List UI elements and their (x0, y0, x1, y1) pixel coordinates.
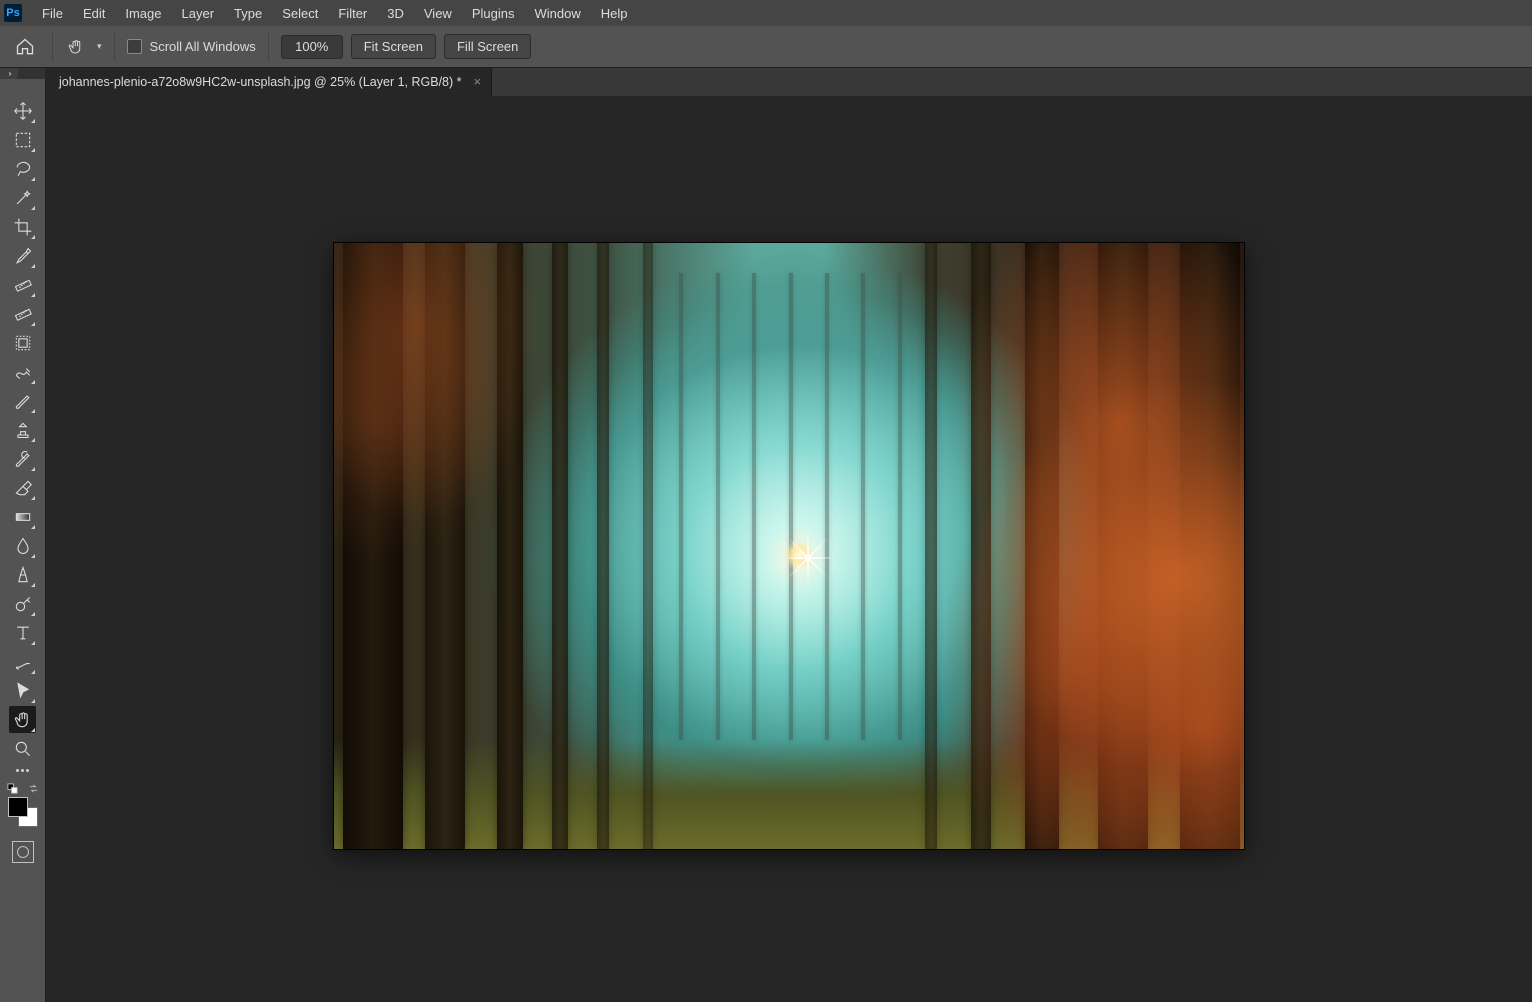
fill-screen-button[interactable]: Fill Screen (444, 34, 531, 59)
history-brush-tool[interactable] (9, 445, 36, 472)
dodge-tool[interactable] (9, 561, 36, 588)
color-swatch[interactable] (8, 797, 38, 827)
hand-tool[interactable] (9, 706, 36, 733)
menu-type[interactable]: Type (224, 0, 272, 26)
rect-marquee-tool[interactable] (9, 126, 36, 153)
magic-wand-tool[interactable] (9, 184, 36, 211)
swap-colors-icon[interactable] (28, 783, 39, 794)
menu-layer[interactable]: Layer (172, 0, 225, 26)
eraser-tool[interactable] (9, 474, 36, 501)
menu-filter[interactable]: Filter (328, 0, 377, 26)
document-tab[interactable]: johannes-plenio-a72o8w9HC2w-unsplash.jpg… (45, 67, 492, 96)
default-colors-icon[interactable] (7, 783, 18, 794)
chevron-down-icon[interactable]: ▾ (97, 41, 102, 52)
menu-window[interactable]: Window (524, 0, 590, 26)
zoom-tool[interactable] (9, 735, 36, 762)
ruler-tool[interactable] (9, 271, 36, 298)
menu-file[interactable]: File (32, 0, 73, 26)
edit-toolbar-button[interactable] (14, 769, 32, 773)
image-foliage-right (825, 243, 1244, 849)
document-canvas[interactable] (334, 243, 1244, 849)
foreground-color-swatch[interactable] (8, 797, 28, 817)
menu-help[interactable]: Help (591, 0, 638, 26)
chevron-right-icon: ›› (8, 69, 9, 78)
document-tab-title: johannes-plenio-a72o8w9HC2w-unsplash.jpg… (59, 75, 462, 89)
scroll-all-label: Scroll All Windows (150, 39, 256, 54)
eyedropper-tool[interactable] (9, 242, 36, 269)
canvas-area[interactable] (45, 96, 1532, 1002)
options-bar: ▾ Scroll All Windows 100% Fit Screen Fil… (0, 26, 1532, 68)
crop-tool[interactable] (9, 213, 36, 240)
close-icon[interactable]: × (474, 74, 482, 89)
move-tool[interactable] (9, 97, 36, 124)
content-aware-move-tool[interactable] (9, 358, 36, 385)
separator (52, 33, 53, 61)
menu-select[interactable]: Select (272, 0, 328, 26)
separator (114, 33, 115, 61)
hand-icon (67, 38, 85, 56)
home-button[interactable] (10, 32, 40, 62)
lasso-tool[interactable] (9, 155, 36, 182)
home-icon (15, 37, 35, 57)
quick-mask-toggle[interactable] (12, 841, 34, 863)
image-foliage-left (334, 243, 607, 637)
clone-stamp-tool[interactable] (9, 416, 36, 443)
ruler-tool-alt[interactable] (9, 300, 36, 327)
menu-plugins[interactable]: Plugins (462, 0, 525, 26)
document-tabstrip: johannes-plenio-a72o8w9HC2w-unsplash.jpg… (45, 67, 1532, 96)
swatch-controls (7, 783, 39, 795)
hand-tool-indicator[interactable] (65, 36, 87, 58)
separator (268, 33, 269, 61)
menubar: Ps File Edit Image Layer Type Select Fil… (0, 0, 1532, 26)
fit-screen-button[interactable]: Fit Screen (351, 34, 436, 59)
menu-edit[interactable]: Edit (73, 0, 115, 26)
type-tool[interactable] (9, 619, 36, 646)
menu-image[interactable]: Image (115, 0, 171, 26)
gradient-tool[interactable] (9, 503, 36, 530)
tool-palette (0, 79, 46, 1002)
path-select-tool[interactable] (9, 677, 36, 704)
pen-tool[interactable] (9, 590, 36, 617)
brush-tool[interactable] (9, 387, 36, 414)
scroll-all-checkbox[interactable] (127, 39, 142, 54)
menu-3d[interactable]: 3D (377, 0, 414, 26)
brush2-tool[interactable] (9, 648, 36, 675)
frame-tool[interactable] (9, 329, 36, 356)
app-logo: Ps (4, 4, 22, 22)
expand-panels-handle[interactable]: ›› (0, 67, 18, 79)
menu-view[interactable]: View (414, 0, 462, 26)
blur-tool[interactable] (9, 532, 36, 559)
circle-icon (17, 846, 29, 858)
zoom-field[interactable]: 100% (281, 35, 343, 59)
